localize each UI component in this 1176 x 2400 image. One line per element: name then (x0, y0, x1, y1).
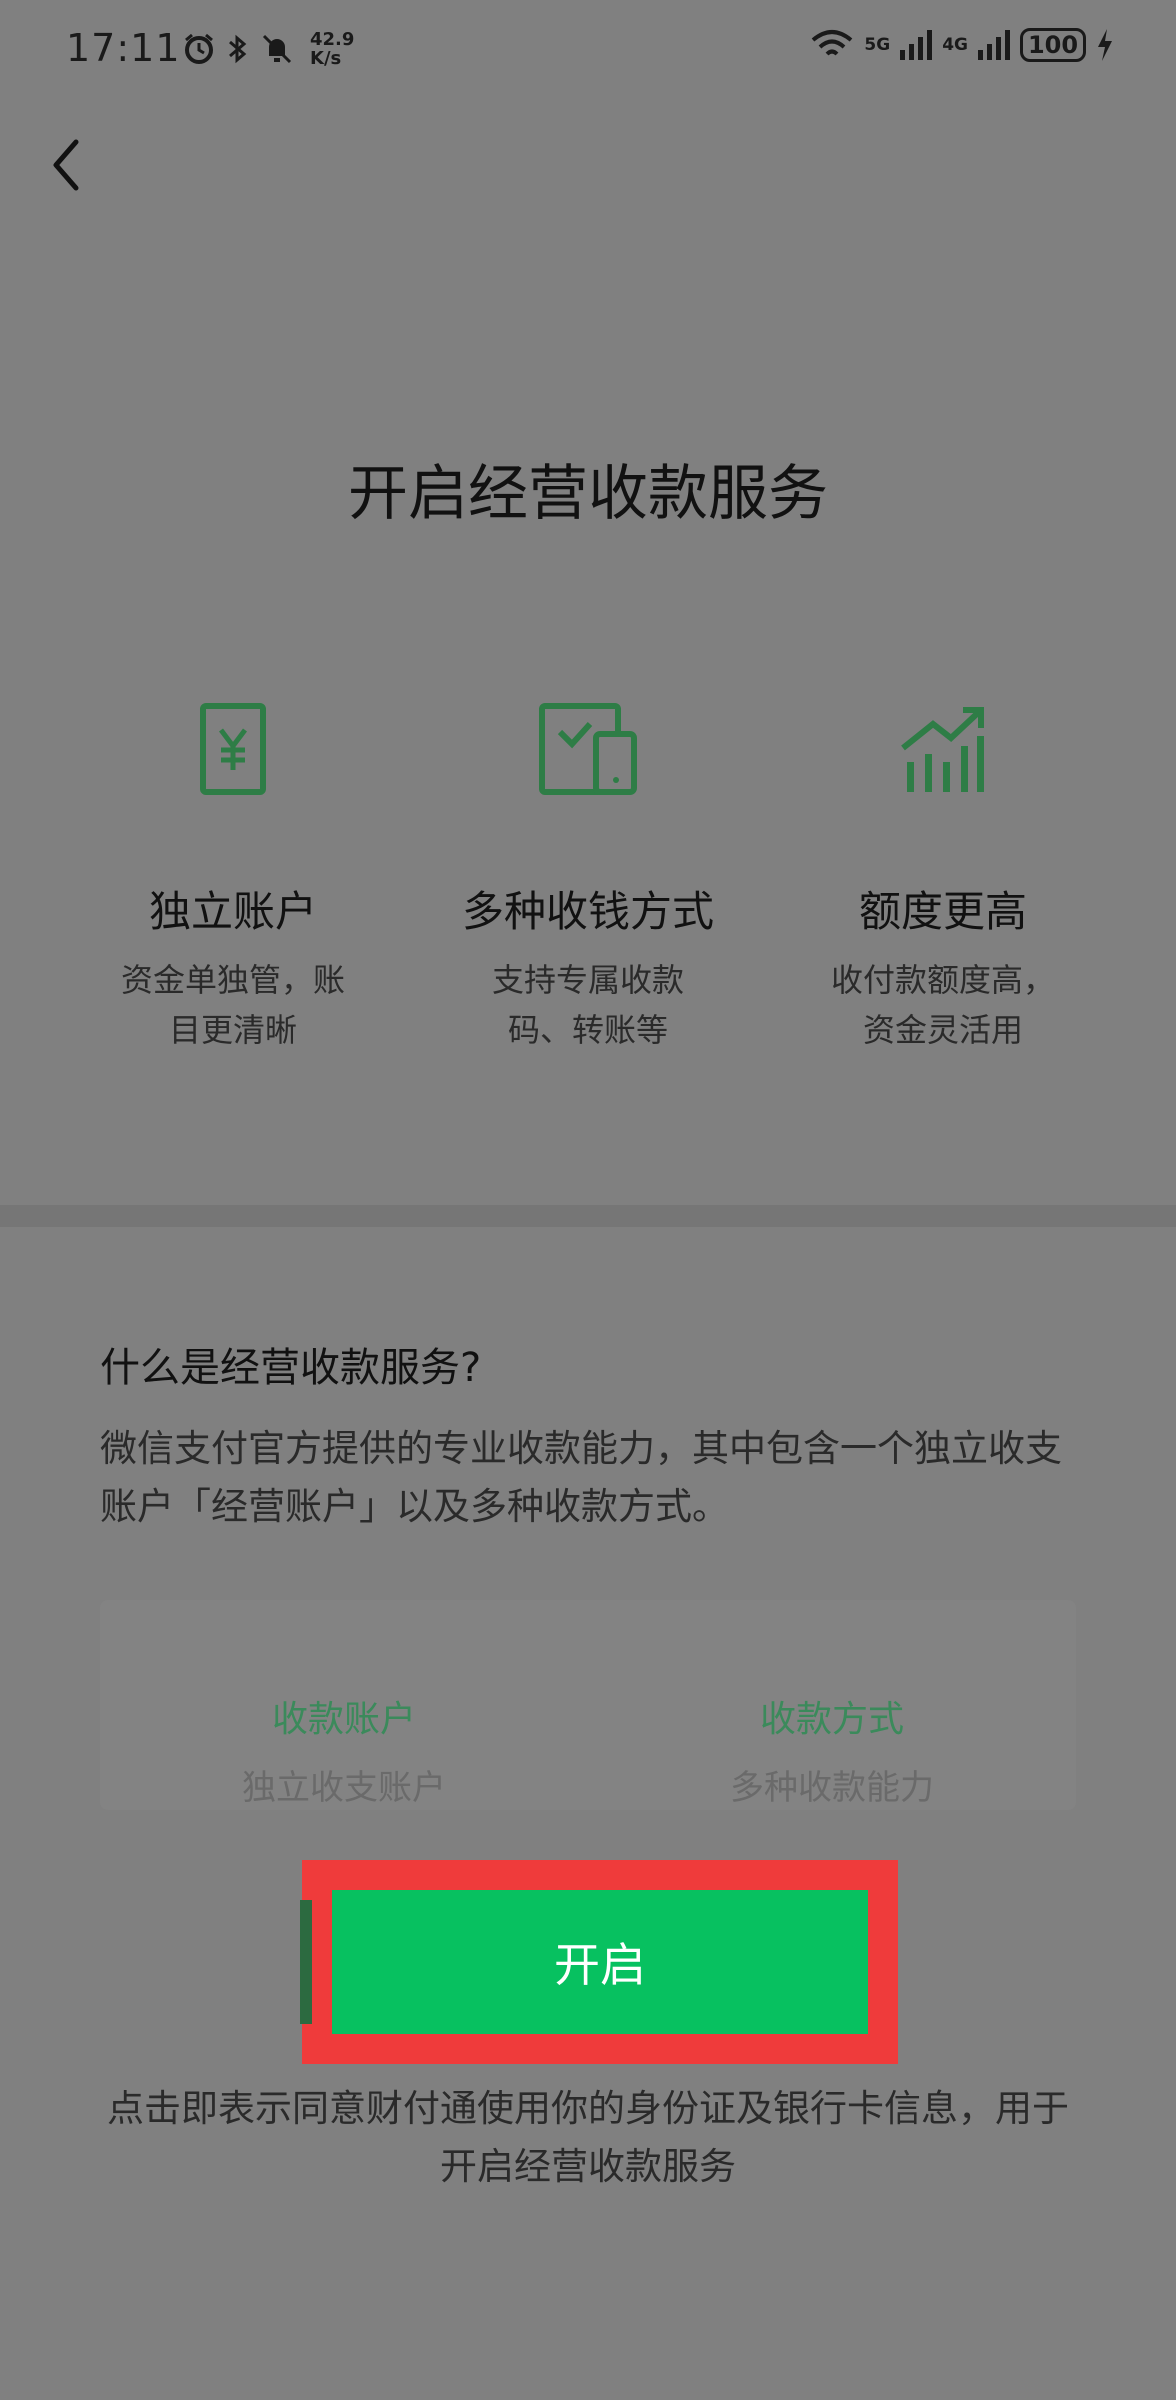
network-speed-unit: K/s (310, 48, 342, 69)
yuan-receipt-icon (183, 700, 283, 800)
charging-icon (1098, 29, 1112, 61)
table-column-method: 收款方式 多种收款能力 (588, 1690, 1076, 1809)
mute-bell-icon (262, 34, 292, 64)
feature-independent-account: 独立账户 资金单独管，账目更清晰 (83, 700, 383, 1055)
status-icons-right: 5G 4G 100 (810, 28, 1114, 62)
back-button[interactable] (40, 130, 90, 200)
section-divider (0, 1205, 1176, 1227)
signal-1-label: 5G (864, 35, 891, 55)
devices-check-icon (538, 700, 638, 800)
status-icons-left: 42.9 K/s (182, 30, 354, 68)
alarm-icon (185, 33, 213, 64)
table-column-account: 收款账户 独立收支账户 (100, 1690, 588, 1809)
button-shadow (300, 1900, 312, 2024)
wifi-icon (812, 30, 853, 56)
feature-title: 多种收钱方式 (461, 887, 714, 936)
feature-payment-methods: 多种收钱方式 支持专属收款码、转账等 (438, 700, 738, 1055)
chevron-left-icon (53, 139, 79, 191)
signal-2-label: 4G (942, 35, 968, 55)
feature-title: 额度更高 (858, 887, 1027, 936)
battery-indicator: 100 (1020, 28, 1086, 62)
info-question: 什么是经营收款服务? (100, 1345, 482, 1391)
table-cell: 独立收支账户 (242, 1768, 446, 1808)
page-title: 开启经营收款服务 (348, 459, 828, 529)
open-service-button[interactable]: 开启 (332, 1890, 868, 2034)
network-speed-value: 42.9 (310, 29, 355, 50)
signal-bars-icon (900, 30, 933, 60)
status-time: 17:11 (66, 26, 181, 70)
feature-higher-limit: 额度更高 收付款额度高，资金灵活用 (793, 700, 1093, 1055)
feature-title: 独立账户 (148, 887, 317, 936)
bluetooth-icon (229, 34, 247, 64)
table-header: 收款方式 (759, 1699, 904, 1740)
feature-desc: 支持专属收款码、转账等 (491, 961, 684, 1049)
feature-desc: 收付款额度高，资金灵活用 (830, 961, 1055, 1049)
feature-desc: 资金单独管，账目更清晰 (120, 961, 345, 1049)
agreement-text: 点击即表示同意财付通使用你的身份证及银行卡信息，用于开启经营收款服务 (107, 2087, 1069, 2188)
signal-bars-icon (978, 30, 1010, 60)
comparison-table: 收款账户 独立收支账户 收款方式 多种收款能力 (100, 1600, 1076, 1810)
network-speed: 42.9 K/s (310, 30, 354, 68)
table-cell: 多种收款能力 (730, 1768, 934, 1808)
table-header: 收款账户 (271, 1699, 416, 1740)
status-bar: 17:11 42.9 K/s 5G 4G 100 (0, 0, 1176, 100)
bar-chart-up-icon (893, 700, 993, 800)
battery-level: 100 (1027, 31, 1079, 59)
info-description: 微信支付官方提供的专业收款能力，其中包含一个独立收支账户「经营账户」以及多种收款… (100, 1427, 1062, 1528)
